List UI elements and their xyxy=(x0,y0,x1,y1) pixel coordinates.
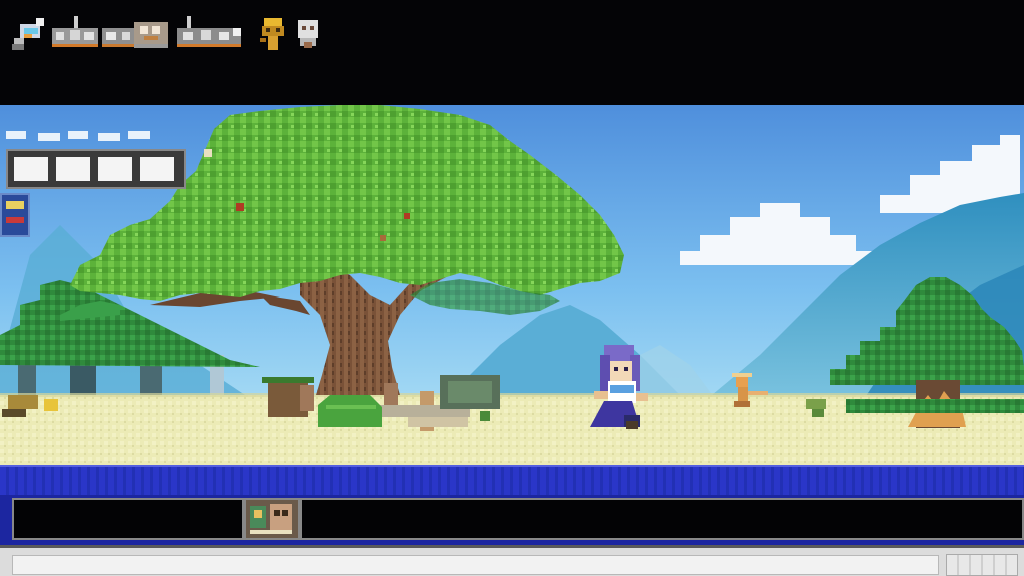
status-footer xyxy=(0,545,1024,576)
health-segment xyxy=(140,157,174,181)
game-screen xyxy=(0,0,1024,576)
top-hud xyxy=(0,0,1024,105)
game-scene[interactable] xyxy=(0,105,1024,465)
inventory-slot-2[interactable] xyxy=(244,498,300,540)
sword-icon[interactable] xyxy=(10,14,50,54)
health-segment xyxy=(14,157,48,181)
health-segment xyxy=(98,157,132,181)
health-bar xyxy=(6,149,186,189)
inventory-bar xyxy=(0,495,1024,545)
item-icon xyxy=(250,504,292,534)
bones-icon[interactable] xyxy=(175,14,245,54)
resize-grip[interactable] xyxy=(946,554,1018,576)
bones-icon[interactable] xyxy=(50,14,100,54)
status-icon[interactable] xyxy=(0,193,30,237)
inventory-slot-3[interactable] xyxy=(300,498,1024,540)
message-field[interactable] xyxy=(12,555,939,575)
health-segment xyxy=(56,157,90,181)
hud-divider-bar xyxy=(0,465,1024,497)
inventory-slot-1[interactable] xyxy=(12,498,244,540)
bones-icon[interactable] xyxy=(130,14,175,54)
skull-icon[interactable] xyxy=(292,14,324,54)
totem-icon[interactable] xyxy=(260,14,288,54)
